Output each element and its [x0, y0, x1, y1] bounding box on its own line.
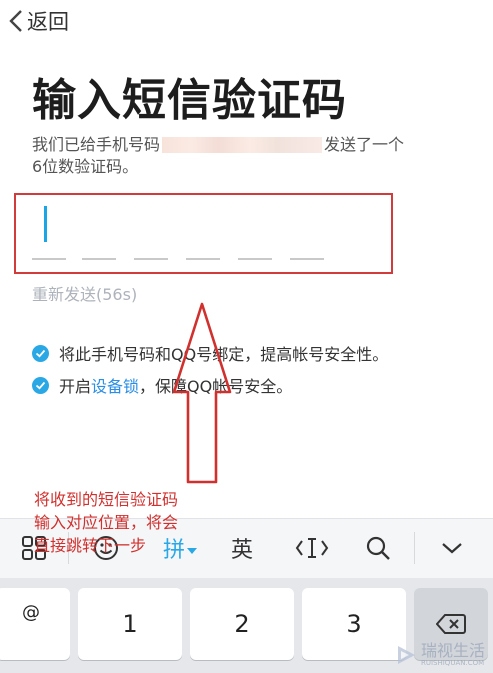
desc-line2: 6位数验证码。: [32, 157, 139, 176]
annotation-note: 将收到的短信验证码 输入对应位置，将会 直接跳转下一步: [34, 488, 254, 557]
code-slot-6[interactable]: [290, 258, 324, 260]
option-device-lock-before: 开启: [59, 377, 92, 396]
key-2[interactable]: 2: [190, 588, 294, 660]
key-2-label: 2: [234, 610, 250, 638]
check-circle-icon: [32, 344, 49, 362]
resend-countdown: 重新发送(56s): [32, 285, 138, 304]
back-button[interactable]: 返回: [8, 6, 69, 36]
code-slot-1[interactable]: [32, 258, 66, 260]
annotation-arrow-icon: [172, 302, 232, 484]
watermark-title: 瑞视生活: [420, 641, 485, 660]
device-lock-link[interactable]: 设备锁: [91, 373, 139, 397]
annotation-line-3: 直接跳转下一步: [34, 536, 147, 555]
desc-prefix: 我们已给手机号码: [32, 135, 161, 154]
back-label: 返回: [27, 10, 69, 34]
watermark-sub: RUISHIQUAN.COM: [420, 659, 485, 667]
symbol-key[interactable]: @: [0, 588, 70, 660]
watermark: 瑞视生活 RUISHIQUAN.COM: [395, 643, 485, 667]
backspace-icon: [436, 614, 466, 634]
search-icon[interactable]: [356, 518, 400, 578]
annotation-line-2: 输入对应位置，将会: [34, 513, 179, 532]
key-1[interactable]: 1: [78, 588, 182, 660]
collapse-keyboard-icon[interactable]: [430, 518, 474, 578]
play-logo-icon: [397, 646, 415, 664]
masked-phone-number: [162, 137, 323, 153]
annotation-highlight-box: [14, 193, 393, 274]
check-circle-icon: [32, 376, 49, 394]
page-description: 我们已给手机号码 发送了一个 6位数验证码。: [32, 134, 462, 178]
annotation-line-1: 将收到的短信验证码: [34, 490, 179, 509]
code-slot-4[interactable]: [186, 258, 220, 260]
option-device-lock[interactable]: 开启 设备锁 ，保障QQ帐号安全。: [32, 373, 292, 397]
code-slot-5[interactable]: [238, 258, 272, 260]
input-caret: [44, 206, 47, 242]
key-1-label: 1: [122, 610, 138, 638]
key-3[interactable]: 3: [302, 588, 406, 660]
code-slot-2[interactable]: [82, 258, 116, 260]
toolbar-divider: [414, 532, 415, 564]
key-3-label: 3: [346, 610, 362, 638]
desc-suffix: 发送了一个: [324, 135, 405, 154]
page-title: 输入短信验证码: [32, 75, 347, 126]
chevron-left-icon: [9, 10, 22, 32]
code-slot-3[interactable]: [134, 258, 168, 260]
symbol-key-label: @: [22, 602, 40, 623]
cursor-move-icon[interactable]: [290, 518, 334, 578]
